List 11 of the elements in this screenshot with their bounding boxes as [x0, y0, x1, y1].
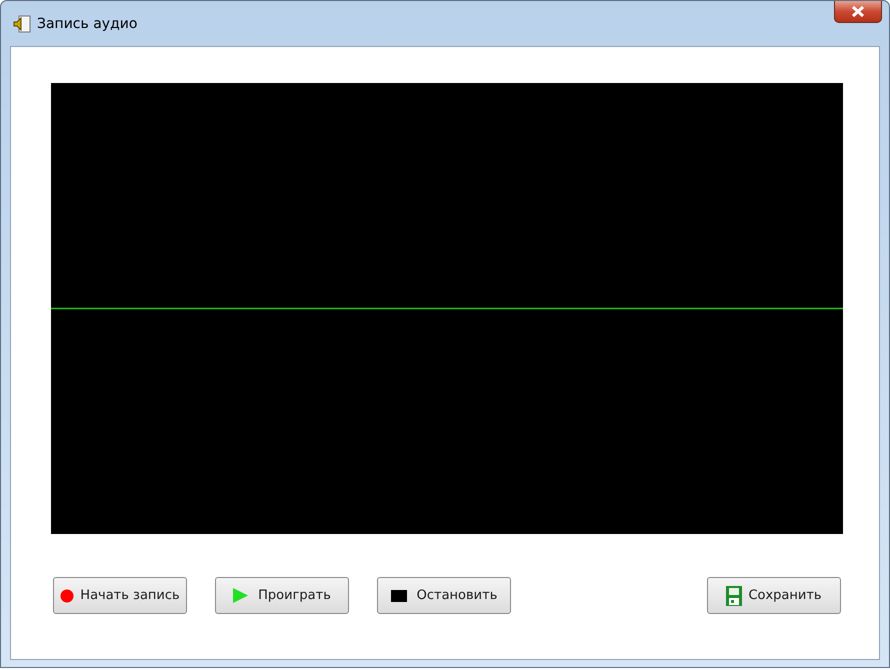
close-icon: [851, 6, 865, 17]
close-button[interactable]: [834, 1, 882, 23]
stop-icon: [390, 590, 407, 602]
window-title: Запись аудио: [37, 16, 138, 32]
play-icon: [233, 588, 248, 603]
stop-button[interactable]: Остановить: [377, 577, 511, 614]
save-button[interactable]: Сохранить: [707, 577, 841, 614]
speaker-icon: [13, 14, 31, 32]
record-icon: [60, 588, 74, 602]
play-button[interactable]: Проиграть: [215, 577, 349, 614]
record-button[interactable]: Начать запись: [53, 577, 187, 614]
